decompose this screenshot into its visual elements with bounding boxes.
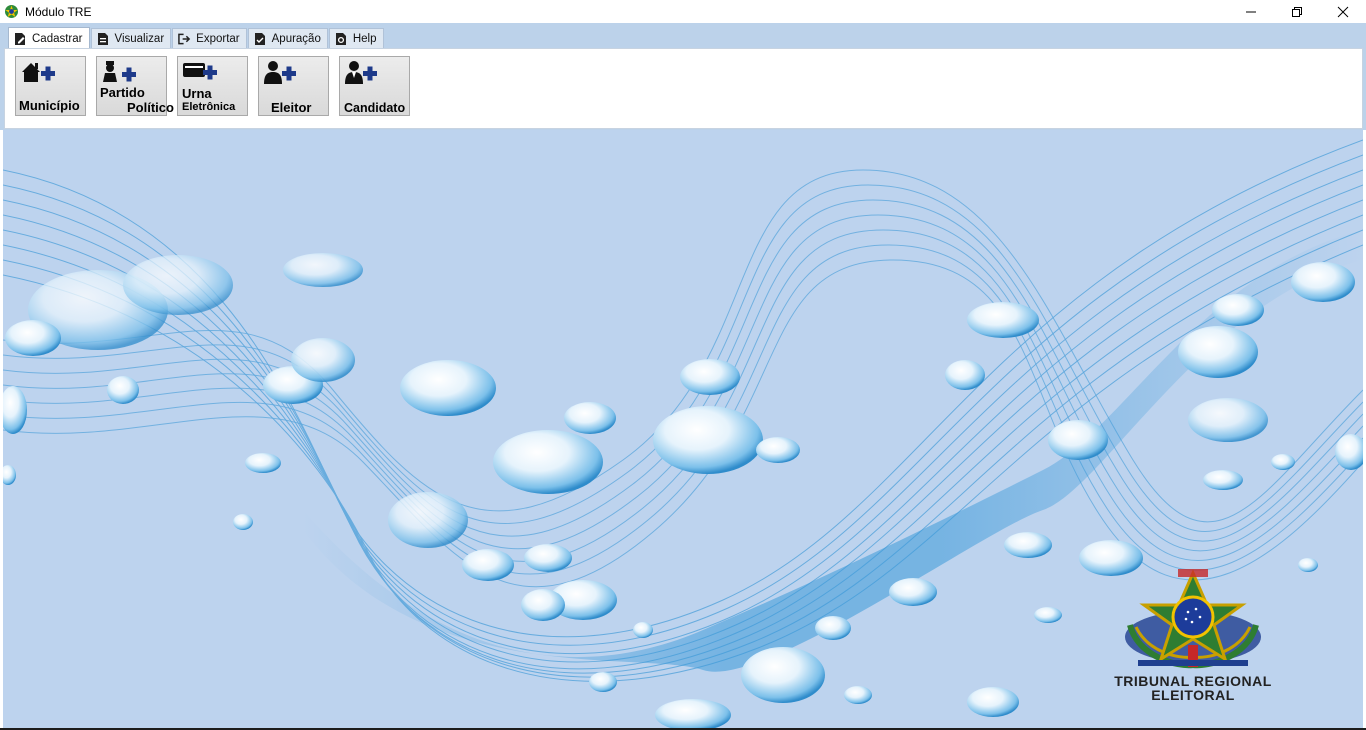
help-icon <box>335 32 348 46</box>
tab-label: Help <box>352 33 377 45</box>
restore-button[interactable] <box>1274 0 1320 23</box>
tab-label: Visualizar <box>114 33 165 45</box>
candidato-label: Candidato <box>344 101 406 115</box>
title-bar: Módulo TRE <box>0 0 1366 23</box>
minimize-icon <box>1246 11 1256 12</box>
logo-text-line2: ELEITORAL <box>1151 687 1235 703</box>
house-add-icon <box>20 60 56 91</box>
minimize-button[interactable] <box>1228 0 1274 23</box>
partido-politico-button[interactable]: Partido Político <box>96 56 174 116</box>
window-controls <box>1228 0 1366 23</box>
document-edit-icon <box>14 32 27 46</box>
urna-label-line2: Eletrônica <box>182 101 236 113</box>
document-view-icon <box>97 32 110 46</box>
urna-eletronica-button[interactable]: Urna Eletrônica <box>177 56 248 116</box>
tab-label: Cadastrar <box>32 32 83 45</box>
candidato-button[interactable]: Candidato <box>339 56 410 116</box>
partido-label-line1: Partido <box>100 85 145 100</box>
export-icon <box>178 32 191 46</box>
eleitor-button[interactable]: Eleitor <box>258 56 329 116</box>
close-button[interactable] <box>1320 0 1366 23</box>
tab-exportar[interactable]: Exportar <box>172 28 247 49</box>
tre-coat-of-arms-logo <box>1108 567 1278 680</box>
tab-label: Exportar <box>196 33 240 45</box>
window-title: Módulo TRE <box>25 4 92 19</box>
urna-label-line1: Urna <box>182 86 212 101</box>
restore-icon <box>1292 6 1302 17</box>
municipio-button[interactable]: Município <box>15 56 86 116</box>
close-icon <box>1337 6 1349 17</box>
tab-apuracao[interactable]: Apuração <box>247 28 328 49</box>
tab-cadastrar[interactable]: Cadastrar <box>8 27 90 49</box>
brazil-coat-of-arms-icon <box>4 4 19 19</box>
tab-visualizar[interactable]: Visualizar <box>90 28 172 49</box>
tab-label: Apuração <box>271 33 321 45</box>
partido-label-line2: Político <box>127 100 174 115</box>
ribbon-panel-cadastrar: Município Partido Político Urna Eletrôni… <box>4 48 1363 129</box>
document-check-icon <box>254 32 267 46</box>
ribbon: Cadastrar Visualizar Exportar Apuração H… <box>0 23 1366 130</box>
voter-add-icon <box>263 60 299 91</box>
candidate-add-icon <box>344 60 380 91</box>
municipio-label: Município <box>19 98 80 113</box>
eleitor-label: Eleitor <box>271 100 312 115</box>
ribbon-tabs: Cadastrar Visualizar Exportar Apuração H… <box>8 27 385 49</box>
tab-help[interactable]: Help <box>328 28 384 49</box>
